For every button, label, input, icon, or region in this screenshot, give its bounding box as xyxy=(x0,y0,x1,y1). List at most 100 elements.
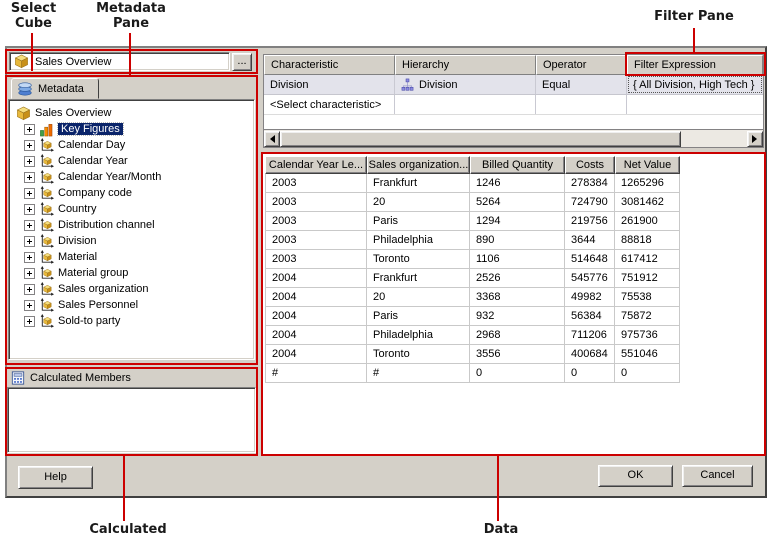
tree-item-characteristic[interactable]: Division xyxy=(9,233,254,249)
cell-sales-organization[interactable]: Frankfurt xyxy=(367,174,470,193)
tree-item-characteristic[interactable]: Calendar Year/Month xyxy=(9,169,254,185)
tree-item-characteristic[interactable]: Material group xyxy=(9,265,254,281)
data-col-sales-organization[interactable]: Sales organization... xyxy=(367,156,470,174)
cell-net-value[interactable]: 75538 xyxy=(615,288,680,307)
tree-item-characteristic[interactable]: Company code xyxy=(9,185,254,201)
cell-calendar-year[interactable]: 2004 xyxy=(265,269,367,288)
cell-calendar-year[interactable]: 2004 xyxy=(265,288,367,307)
filter-cell-operator[interactable]: Equal xyxy=(536,75,627,94)
cell-sales-organization[interactable]: 20 xyxy=(367,193,470,212)
calculated-members-list[interactable] xyxy=(7,387,256,453)
expand-plus-icon[interactable] xyxy=(24,300,35,311)
data-row[interactable]: 2003 Frankfurt 1246 278384 1265296 xyxy=(265,174,680,193)
filter-cell-expression[interactable]: { All Division, High Tech } xyxy=(627,75,763,94)
cell-calendar-year[interactable]: 2003 xyxy=(265,231,367,250)
cell-costs[interactable]: 278384 xyxy=(565,174,615,193)
select-characteristic-cell[interactable]: <Select characteristic> xyxy=(264,95,395,114)
cell-billed-quantity[interactable]: 3368 xyxy=(470,288,565,307)
tree-item-key-figures[interactable]: Key Figures xyxy=(9,121,254,137)
cell-costs[interactable]: 0 xyxy=(565,364,615,383)
cell-net-value[interactable]: 551046 xyxy=(615,345,680,364)
help-button[interactable]: Help xyxy=(18,466,93,489)
cube-selector[interactable]: Sales Overview xyxy=(9,52,230,71)
cell-calendar-year[interactable]: 2004 xyxy=(265,345,367,364)
data-row[interactable]: # # 0 0 0 xyxy=(265,364,680,383)
cell-calendar-year[interactable]: 2004 xyxy=(265,307,367,326)
expand-plus-icon[interactable] xyxy=(24,188,35,199)
cell-net-value[interactable]: 975736 xyxy=(615,326,680,345)
cell-costs[interactable]: 711206 xyxy=(565,326,615,345)
cell-costs[interactable]: 56384 xyxy=(565,307,615,326)
cell-sales-organization[interactable]: Paris xyxy=(367,307,470,326)
data-col-costs[interactable]: Costs xyxy=(565,156,615,174)
data-row[interactable]: 2004 Paris 932 56384 75872 xyxy=(265,307,680,326)
tab-metadata[interactable]: Metadata xyxy=(11,78,99,99)
data-row[interactable]: 2004 Philadelphia 2968 711206 975736 xyxy=(265,326,680,345)
ok-button[interactable]: OK xyxy=(598,465,673,487)
data-row[interactable]: 2003 Philadelphia 890 3644 88818 xyxy=(265,231,680,250)
cell-billed-quantity[interactable]: 2526 xyxy=(470,269,565,288)
cell-costs[interactable]: 49982 xyxy=(565,288,615,307)
data-col-billed-quantity[interactable]: Billed Quantity xyxy=(470,156,565,174)
data-row[interactable]: 2004 Toronto 3556 400684 551046 xyxy=(265,345,680,364)
tree-item-characteristic[interactable]: Distribution channel xyxy=(9,217,254,233)
filter-row-division[interactable]: Division Division Equal { All Division, … xyxy=(264,75,763,95)
cell-billed-quantity[interactable]: 5264 xyxy=(470,193,565,212)
cell-sales-organization[interactable]: Paris xyxy=(367,212,470,231)
cell-billed-quantity[interactable]: 1246 xyxy=(470,174,565,193)
filter-cell-hierarchy[interactable]: Division xyxy=(395,75,536,94)
cell-sales-organization[interactable]: Toronto xyxy=(367,345,470,364)
cell-billed-quantity[interactable]: 1106 xyxy=(470,250,565,269)
scroll-right-button[interactable] xyxy=(747,131,763,147)
tree-item-characteristic[interactable]: Calendar Year xyxy=(9,153,254,169)
expand-plus-icon[interactable] xyxy=(24,284,35,295)
browse-cube-button[interactable]: ... xyxy=(232,53,252,71)
tree-item-characteristic[interactable]: Sales Personnel xyxy=(9,297,254,313)
cell-costs[interactable]: 400684 xyxy=(565,345,615,364)
data-row[interactable]: 2003 Paris 1294 219756 261900 xyxy=(265,212,680,231)
cell-sales-organization[interactable]: Toronto xyxy=(367,250,470,269)
cell-net-value[interactable]: 1265296 xyxy=(615,174,680,193)
cell-costs[interactable]: 3644 xyxy=(565,231,615,250)
cell-calendar-year[interactable]: 2003 xyxy=(265,174,367,193)
cell-calendar-year[interactable]: 2003 xyxy=(265,193,367,212)
cell-billed-quantity[interactable]: 3556 xyxy=(470,345,565,364)
filter-col-operator[interactable]: Operator xyxy=(536,55,627,75)
cell-sales-organization[interactable]: Philadelphia xyxy=(367,231,470,250)
filter-horizontal-scrollbar[interactable] xyxy=(264,129,763,147)
data-row[interactable]: 2003 20 5264 724790 3081462 xyxy=(265,193,680,212)
expand-plus-icon[interactable] xyxy=(24,236,35,247)
cell-net-value[interactable]: 751912 xyxy=(615,269,680,288)
expand-plus-icon[interactable] xyxy=(24,316,35,327)
data-row[interactable]: 2003 Toronto 1106 514648 617412 xyxy=(265,250,680,269)
data-col-net-value[interactable]: Net Value xyxy=(615,156,680,174)
filter-col-hierarchy[interactable]: Hierarchy xyxy=(395,55,536,75)
cell-costs[interactable]: 514648 xyxy=(565,250,615,269)
cell-net-value[interactable]: 88818 xyxy=(615,231,680,250)
filter-cell-characteristic[interactable]: Division xyxy=(264,75,395,94)
filter-row-placeholder[interactable]: <Select characteristic> xyxy=(264,95,763,115)
expand-plus-icon[interactable] xyxy=(24,140,35,151)
cell-costs[interactable]: 724790 xyxy=(565,193,615,212)
expand-plus-icon[interactable] xyxy=(24,156,35,167)
expand-plus-icon[interactable] xyxy=(24,220,35,231)
data-row[interactable]: 2004 Frankfurt 2526 545776 751912 xyxy=(265,269,680,288)
expand-plus-icon[interactable] xyxy=(24,252,35,263)
cell-costs[interactable]: 219756 xyxy=(565,212,615,231)
expand-plus-icon[interactable] xyxy=(24,204,35,215)
cell-net-value[interactable]: 0 xyxy=(615,364,680,383)
scroll-left-button[interactable] xyxy=(264,131,280,147)
tree-item-characteristic[interactable]: Sales organization xyxy=(9,281,254,297)
cell-sales-organization[interactable]: 20 xyxy=(367,288,470,307)
cell-net-value[interactable]: 617412 xyxy=(615,250,680,269)
cancel-button[interactable]: Cancel xyxy=(682,465,753,487)
tree-item-characteristic[interactable]: Material xyxy=(9,249,254,265)
cell-billed-quantity[interactable]: 0 xyxy=(470,364,565,383)
cell-calendar-year[interactable]: # xyxy=(265,364,367,383)
cell-sales-organization[interactable]: Frankfurt xyxy=(367,269,470,288)
cell-calendar-year[interactable]: 2003 xyxy=(265,212,367,231)
filter-col-characteristic[interactable]: Characteristic xyxy=(264,55,395,75)
data-row[interactable]: 2004 20 3368 49982 75538 xyxy=(265,288,680,307)
scrollbar-thumb[interactable] xyxy=(280,131,681,147)
expand-plus-icon[interactable] xyxy=(24,268,35,279)
